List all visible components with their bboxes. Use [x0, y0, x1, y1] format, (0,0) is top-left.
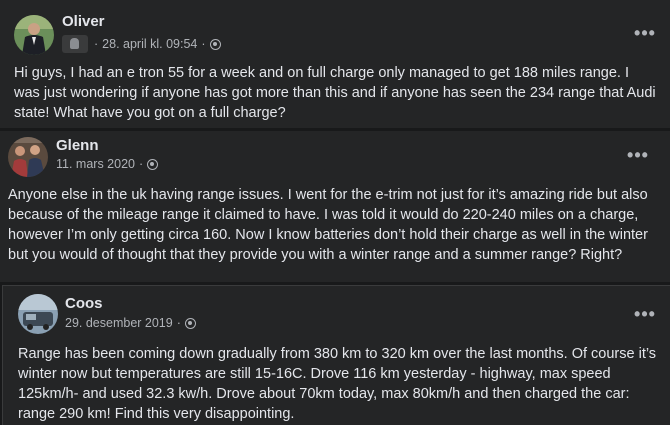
- author-name[interactable]: Coos: [65, 295, 103, 312]
- separator: ·: [138, 157, 144, 171]
- post-text: Range has been coming down gradually fro…: [18, 346, 657, 422]
- more-options-icon[interactable]: •••: [627, 305, 663, 328]
- post-text: Hi guys, I had an e tron 55 for a week a…: [14, 65, 656, 121]
- post-meta: · 28. april kl. 09:54 ·: [62, 35, 221, 53]
- post-oliver: Oliver · 28. april kl. 09:54 · ••• Hi gu…: [0, 0, 670, 128]
- author-name[interactable]: Oliver: [62, 13, 105, 30]
- avatar-coos[interactable]: [18, 294, 58, 334]
- more-options-icon[interactable]: •••: [620, 146, 656, 169]
- post-date[interactable]: 28. april kl. 09:54: [102, 37, 197, 51]
- post-date[interactable]: 11. mars 2020: [56, 157, 135, 171]
- avatar-oliver[interactable]: [14, 15, 54, 55]
- separator: ·: [94, 37, 99, 51]
- post-date[interactable]: 29. desember 2019: [65, 316, 173, 330]
- globe-icon: [184, 317, 196, 329]
- post-glenn: Glenn 11. mars 2020 · ••• Anyone else in…: [0, 131, 670, 282]
- post-meta: 11. mars 2020 ·: [56, 157, 159, 171]
- more-options-icon[interactable]: •••: [627, 24, 663, 47]
- globe-icon: [147, 158, 159, 170]
- post-text: Anyone else in the uk having range issue…: [8, 187, 648, 263]
- author-name[interactable]: Glenn: [56, 137, 99, 154]
- separator: ·: [201, 37, 206, 51]
- globe-icon: [209, 38, 221, 50]
- post-coos: Coos 29. desember 2019 · ••• Range has b…: [2, 285, 670, 425]
- post-meta: 29. desember 2019 ·: [65, 316, 196, 330]
- separator: ·: [176, 316, 181, 330]
- waving-hand-icon: [62, 35, 88, 53]
- avatar-glenn[interactable]: [8, 137, 48, 177]
